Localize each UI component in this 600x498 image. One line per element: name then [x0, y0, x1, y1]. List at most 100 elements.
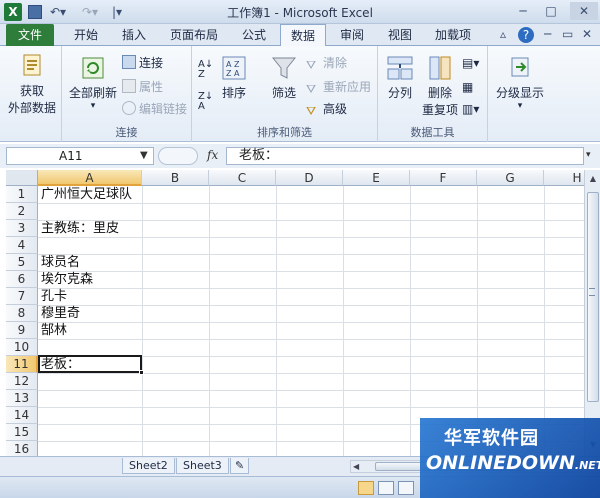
minimize-ribbon-icon[interactable]: ▵	[500, 27, 506, 41]
column-header-b[interactable]: B	[142, 170, 209, 186]
cell-a5[interactable]: 球员名	[41, 254, 80, 271]
edit-links-button[interactable]: 编辑链接	[122, 100, 187, 118]
row-header-11[interactable]: 11	[6, 356, 38, 373]
row-header-5[interactable]: 5	[6, 254, 38, 271]
connections-group-label: 连接	[115, 126, 138, 139]
clear-filter-icon: ⛛	[306, 58, 317, 72]
link-icon	[122, 101, 136, 115]
row-header-9[interactable]: 9	[6, 322, 38, 339]
formula-bar-resize-handle[interactable]	[158, 147, 198, 165]
row-header-1[interactable]: 1	[6, 186, 38, 203]
gridline	[38, 203, 584, 204]
vertical-scrollbar[interactable]: ▲ ▼	[584, 170, 600, 456]
column-header-f[interactable]: F	[410, 170, 477, 186]
column-header-a[interactable]: A	[38, 170, 142, 186]
tab-page-layout[interactable]: 页面布局	[160, 24, 228, 46]
sort-descending-icon[interactable]: Z↓ A	[198, 92, 213, 112]
insert-sheet-icon[interactable]: ✎	[230, 458, 250, 474]
row-header-13[interactable]: 13	[6, 390, 38, 407]
normal-view-icon[interactable]	[358, 481, 374, 495]
what-if-icon[interactable]: ▥▾	[462, 100, 479, 118]
reapply-button[interactable]: ⛛ 重新应用	[306, 78, 371, 96]
formula-input[interactable]: 老板：	[226, 147, 584, 165]
sort-button[interactable]: A ZZ A 排序	[218, 54, 250, 101]
minimize-icon[interactable]: ─	[512, 2, 534, 20]
name-box-dropdown-icon[interactable]: ▼	[140, 147, 148, 165]
connections-button[interactable]: 连接	[122, 54, 163, 72]
expand-formula-bar-icon[interactable]: ▾	[586, 150, 591, 160]
tab-data[interactable]: 数据	[280, 24, 326, 47]
title-bar: X ↶▾ ↷▾ |▾ 工作簿1 - Microsoft Excel ─ □ ✕	[0, 0, 600, 24]
close-icon[interactable]: ✕	[570, 2, 598, 20]
column-header-c[interactable]: C	[209, 170, 276, 186]
column-header-g[interactable]: G	[477, 170, 544, 186]
workbook-close-icon[interactable]: ✕	[582, 27, 592, 41]
page-break-view-icon[interactable]	[398, 481, 414, 495]
tab-insert[interactable]: 插入	[112, 24, 156, 46]
cell-a9[interactable]: 郜林	[41, 322, 67, 339]
refresh-all-button[interactable]: 全部刷新 ▾	[66, 54, 120, 111]
row-header-4[interactable]: 4	[6, 237, 38, 254]
cell-a7[interactable]: 孔卡	[41, 288, 67, 305]
advanced-button[interactable]: ⛛ 高级	[306, 100, 347, 118]
row-header-15[interactable]: 15	[6, 424, 38, 441]
properties-label: 属性	[139, 80, 164, 94]
cell-a8[interactable]: 穆里奇	[41, 305, 80, 322]
consolidate-icon[interactable]: ▦	[462, 78, 473, 96]
sheet-tab-sheet2[interactable]: Sheet2	[122, 458, 175, 474]
workbook-minimize-icon[interactable]: ─	[544, 27, 551, 41]
tab-formulas[interactable]: 公式	[232, 24, 276, 46]
workbook-restore-icon[interactable]: ▭	[562, 27, 573, 41]
tab-file[interactable]: 文件	[6, 24, 54, 46]
active-cell-border[interactable]	[38, 355, 142, 373]
select-all-corner[interactable]	[6, 170, 38, 186]
tab-review[interactable]: 审阅	[330, 24, 374, 46]
get-external-data-button[interactable]: 获取 外部数据	[4, 52, 60, 116]
filter-funnel-icon	[270, 54, 298, 82]
refresh-dropdown-icon[interactable]: ▾	[66, 101, 120, 111]
outline-button[interactable]: 分级显示 ▾	[492, 54, 548, 111]
help-icon[interactable]: ?	[518, 27, 534, 43]
clear-button[interactable]: ⛛ 清除	[306, 54, 347, 72]
reapply-icon: ⛛	[306, 82, 317, 96]
cell-a6[interactable]: 埃尔克森	[41, 271, 93, 288]
gridline	[38, 373, 584, 374]
cell-a3[interactable]: 主教练：里皮	[41, 220, 119, 237]
insert-function-icon[interactable]: fx	[207, 148, 218, 162]
text-to-columns-button[interactable]: 分列	[382, 54, 418, 101]
tab-home[interactable]: 开始	[64, 24, 108, 46]
maximize-icon[interactable]: □	[540, 2, 562, 20]
scroll-grip-icon	[589, 288, 595, 296]
cell-a1[interactable]: 广州恒大足球队	[41, 186, 132, 203]
remove-duplicates-button[interactable]: 删除 重复项	[420, 54, 460, 118]
row-header-8[interactable]: 8	[6, 305, 38, 322]
filter-button[interactable]: 筛选	[264, 54, 304, 101]
tab-add-ins[interactable]: 加载项	[426, 24, 480, 46]
column-header-e[interactable]: E	[343, 170, 410, 186]
sheet-tab-sheet3[interactable]: Sheet3	[176, 458, 229, 474]
row-header-16[interactable]: 16	[6, 441, 38, 456]
scroll-up-icon[interactable]: ▲	[586, 172, 600, 186]
gridline	[477, 186, 478, 456]
row-header-14[interactable]: 14	[6, 407, 38, 424]
name-box[interactable]: A11	[6, 147, 154, 165]
text-to-columns-icon	[386, 54, 414, 82]
row-header-10[interactable]: 10	[6, 339, 38, 356]
worksheet-grid[interactable]: A B C D E F G H 1 2 3 4 5 6 7 8 9 10 11 …	[6, 170, 584, 456]
fill-handle[interactable]	[139, 370, 144, 375]
outline-dropdown-icon[interactable]: ▾	[492, 101, 548, 111]
properties-button[interactable]: 属性	[122, 78, 163, 96]
tab-view[interactable]: 视图	[378, 24, 422, 46]
row-header-7[interactable]: 7	[6, 288, 38, 305]
row-header-6[interactable]: 6	[6, 271, 38, 288]
column-header-d[interactable]: D	[276, 170, 343, 186]
sort-ascending-icon[interactable]: A↓ Z	[198, 60, 213, 80]
vertical-scroll-thumb[interactable]	[587, 192, 599, 402]
row-header-2[interactable]: 2	[6, 203, 38, 220]
row-header-3[interactable]: 3	[6, 220, 38, 237]
column-header-h[interactable]: H	[544, 170, 584, 186]
data-validation-icon[interactable]: ▤▾	[462, 54, 479, 72]
scroll-left-icon[interactable]: ◀	[353, 461, 359, 472]
row-header-12[interactable]: 12	[6, 373, 38, 390]
page-layout-view-icon[interactable]	[378, 481, 394, 495]
